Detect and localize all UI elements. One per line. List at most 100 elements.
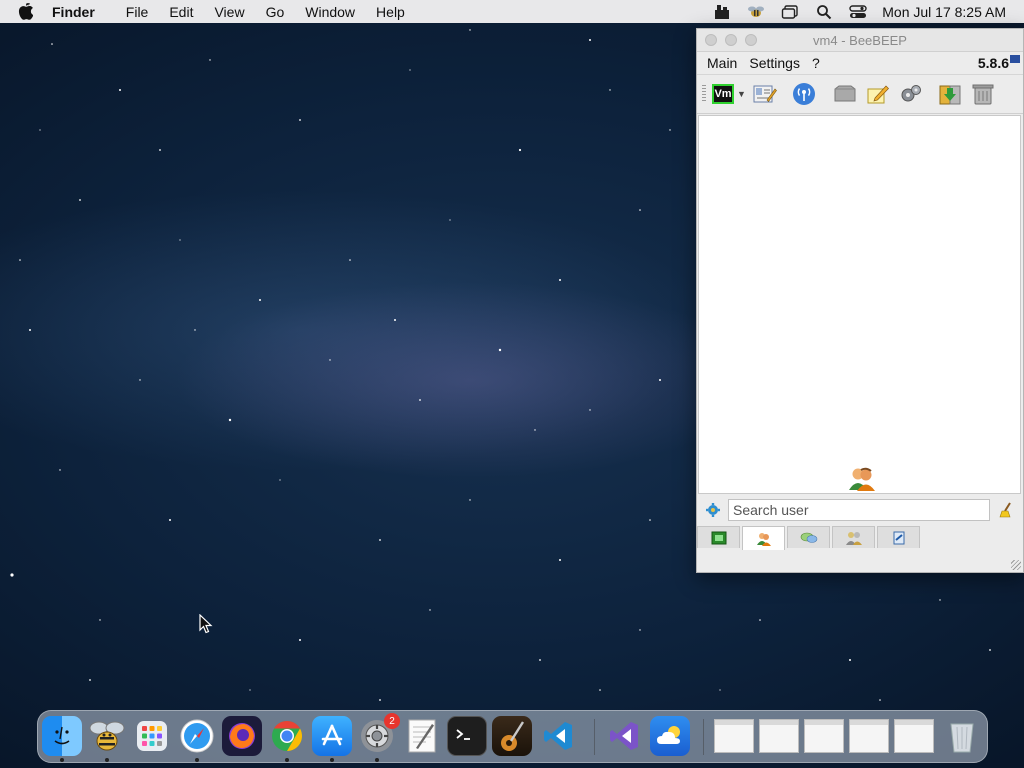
dock-firefox[interactable] <box>222 716 262 756</box>
download-folder-icon <box>939 85 961 105</box>
dock-minimized-window-2[interactable] <box>759 719 799 753</box>
menu-go[interactable]: Go <box>266 4 285 20</box>
menu-main[interactable]: Main <box>707 55 737 71</box>
running-indicator <box>285 758 289 762</box>
dock-app-store[interactable] <box>312 716 352 756</box>
menu-window[interactable]: Window <box>305 4 355 20</box>
window-titlebar[interactable]: vm4 - BeeBEEP <box>697 29 1023 52</box>
write-message-button[interactable] <box>865 81 891 107</box>
home-icon <box>711 531 726 544</box>
download-folder-button[interactable] <box>937 81 963 107</box>
user-list[interactable] <box>698 115 1021 494</box>
menu-settings[interactable]: Settings <box>749 55 800 71</box>
stage-manager-icon[interactable] <box>712 3 732 21</box>
menu-question[interactable]: ? <box>812 55 820 71</box>
menu-bar: Finder File Edit View Go Window Help Mon… <box>0 0 1024 23</box>
version-label: 5.8.6 <box>977 55 1009 71</box>
spotlight-search-icon[interactable] <box>814 3 834 21</box>
safari-icon <box>180 719 214 753</box>
profile-dropdown-icon[interactable]: ▼ <box>737 89 746 99</box>
toolbar-grip-handle[interactable] <box>702 85 706 103</box>
network-button[interactable] <box>791 81 817 107</box>
tab-shares[interactable] <box>877 526 920 548</box>
dock-finder[interactable] <box>42 716 82 756</box>
menu-edit[interactable]: Edit <box>169 4 193 20</box>
dock-minimized-window-4[interactable] <box>849 719 889 753</box>
textedit-icon <box>408 719 436 753</box>
menu-clock[interactable]: Mon Jul 17 8:25 AM <box>882 4 1006 20</box>
chat-bubbles-icon <box>800 532 817 543</box>
dock-minimized-window-3[interactable] <box>804 719 844 753</box>
menu-extras: Mon Jul 17 8:25 AM <box>712 0 1024 23</box>
bee-icon <box>89 721 125 751</box>
language-flag-icon <box>1010 55 1020 63</box>
profile-avatar: Vm <box>712 84 734 104</box>
search-row <box>697 497 1023 523</box>
vscode-icon <box>544 722 572 750</box>
trash-can-icon <box>950 723 974 753</box>
chrome-icon <box>272 721 303 751</box>
dock-terminal[interactable] <box>447 716 487 756</box>
dock-textedit[interactable] <box>402 716 442 756</box>
window-toolbar: Vm ▼ <box>697 75 1023 114</box>
dock-launchpad[interactable] <box>132 716 172 756</box>
running-indicator <box>375 758 379 762</box>
launchpad-icon <box>137 721 167 751</box>
tab-chats[interactable] <box>787 526 830 548</box>
users-tab-icon <box>756 532 771 546</box>
apple-menu-icon[interactable] <box>18 3 36 20</box>
dock-chrome[interactable] <box>267 716 307 756</box>
search-options-icon[interactable] <box>705 502 721 518</box>
mouse-cursor-icon <box>199 614 213 634</box>
menu-file[interactable]: File <box>126 4 149 20</box>
search-user-input[interactable] <box>728 499 990 521</box>
dock-separator <box>594 719 595 755</box>
beebeep-window: vm4 - BeeBEEP Main Settings ? 5.8.6 Vm ▼ <box>696 28 1024 573</box>
dock: 2 <box>37 710 988 763</box>
window-title: vm4 - BeeBEEP <box>813 32 907 48</box>
window-menubar: Main Settings ? 5.8.6 <box>697 52 1023 75</box>
tab-groups[interactable] <box>832 526 875 548</box>
running-indicator <box>105 758 109 762</box>
groups-button[interactable] <box>832 81 858 107</box>
dock-safari[interactable] <box>177 716 217 756</box>
running-indicator <box>60 758 64 762</box>
folder-network-icon <box>834 85 856 102</box>
dock-beebeep[interactable] <box>87 716 127 756</box>
dock-vscode[interactable] <box>538 716 578 756</box>
finder-icon <box>54 726 70 745</box>
visual-studio-icon <box>610 722 638 750</box>
dock-separator <box>703 719 704 755</box>
firefox-icon <box>229 723 255 749</box>
running-indicator <box>195 758 199 762</box>
group-icon <box>845 531 862 545</box>
guitar-icon <box>501 721 525 751</box>
dock-weather[interactable] <box>650 716 690 756</box>
users-icon <box>847 466 877 497</box>
window-switcher-icon[interactable] <box>780 3 800 21</box>
menu-app-name[interactable]: Finder <box>52 4 95 20</box>
window-resize-handle[interactable] <box>1011 560 1021 570</box>
terminal-icon <box>456 729 470 740</box>
broadcast-icon <box>792 83 815 105</box>
weather-cloud-icon <box>657 726 680 744</box>
dock-garageband[interactable] <box>492 716 532 756</box>
note-pencil-icon <box>867 85 889 104</box>
dock-minimized-window-5[interactable] <box>894 719 934 753</box>
profile-button[interactable]: Vm <box>710 81 736 107</box>
dock-system-settings[interactable]: 2 <box>357 713 400 756</box>
menu-view[interactable]: View <box>214 4 244 20</box>
beebeep-menu-icon[interactable] <box>746 3 766 21</box>
file-share-icon <box>893 531 904 544</box>
dock-trash[interactable] <box>942 716 982 756</box>
plugins-button[interactable] <box>898 81 924 107</box>
edit-profile-button[interactable] <box>752 81 778 107</box>
tab-home[interactable] <box>697 526 740 548</box>
clear-history-button[interactable] <box>970 81 996 107</box>
control-center-icon[interactable] <box>848 3 868 21</box>
dock-visual-studio[interactable] <box>604 716 644 756</box>
dock-minimized-window-1[interactable] <box>714 719 754 753</box>
tab-users[interactable] <box>742 526 785 550</box>
menu-help[interactable]: Help <box>376 4 405 20</box>
clear-search-icon[interactable] <box>998 502 1014 518</box>
